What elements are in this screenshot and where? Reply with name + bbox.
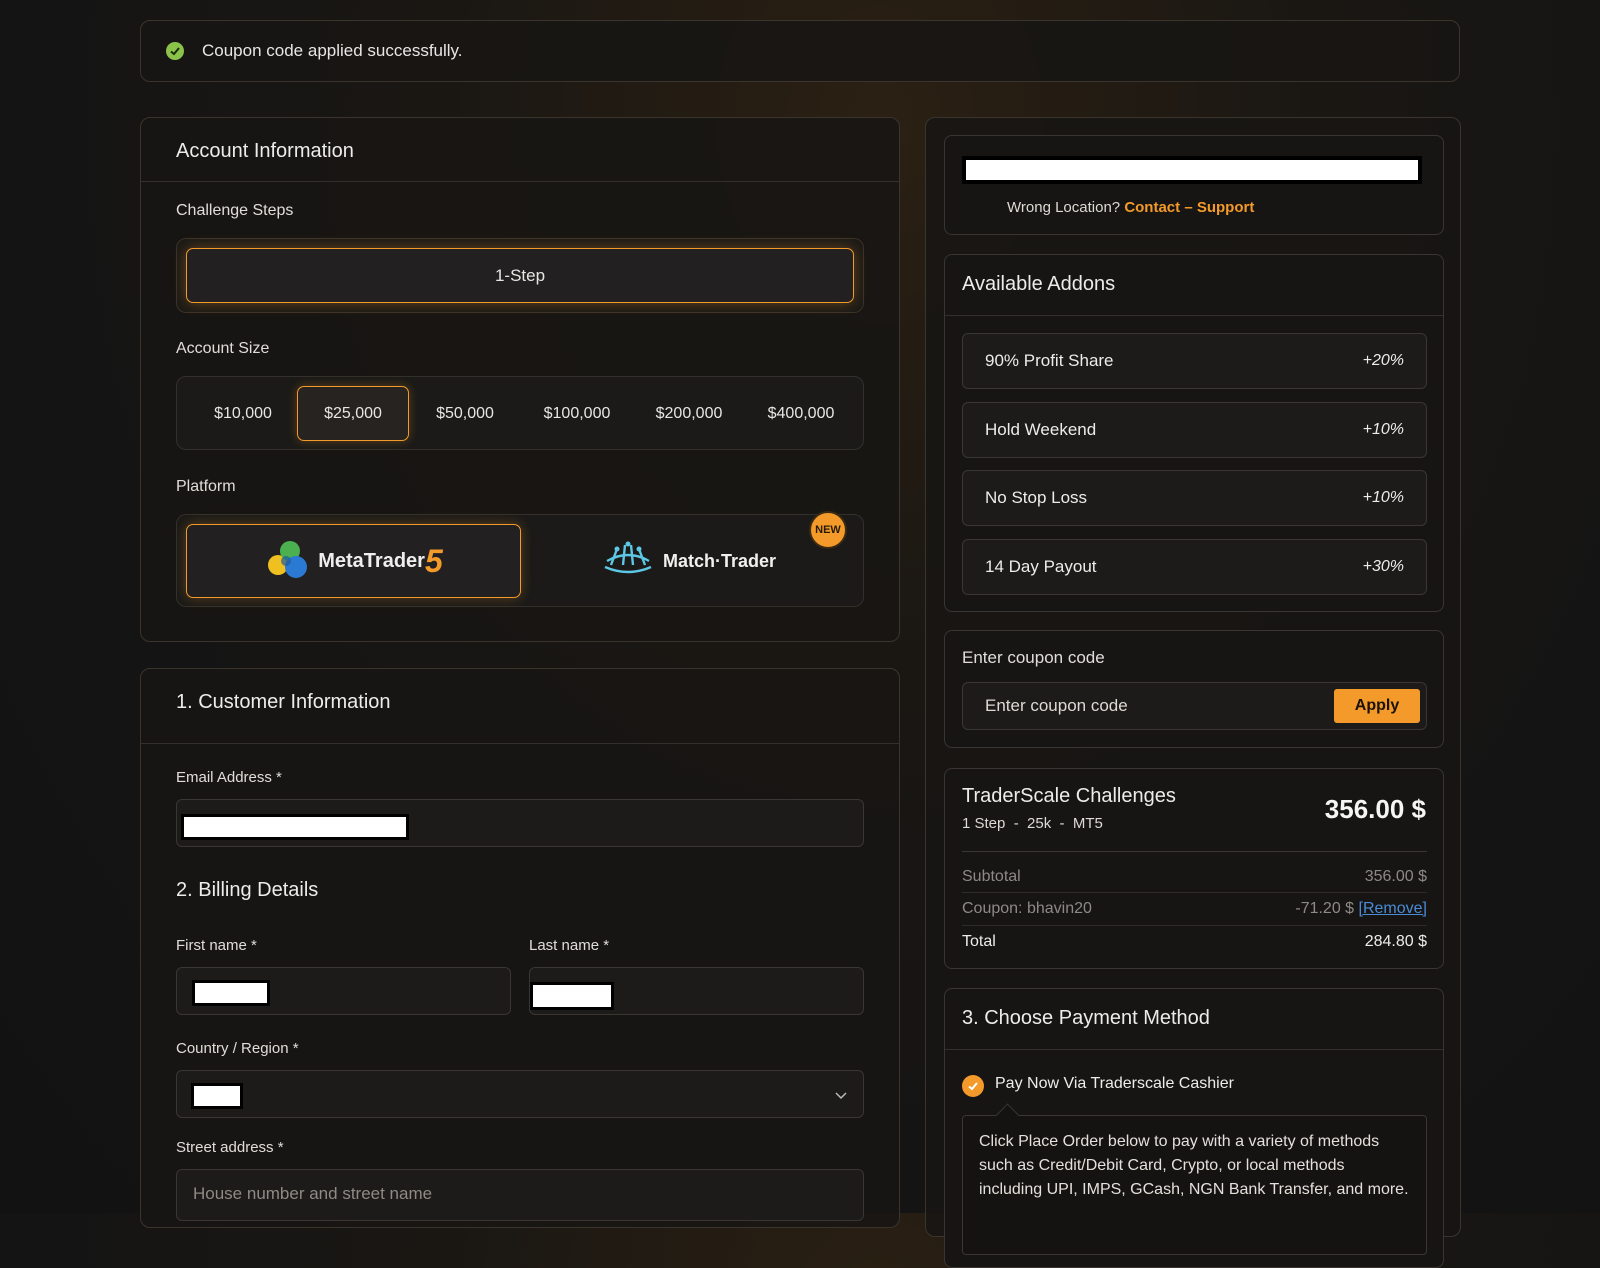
platform-label: Platform <box>176 478 236 495</box>
challenge-steps-label: Challenge Steps <box>176 202 294 219</box>
addon-name: Hold Weekend <box>985 420 1097 439</box>
step-option-1-step[interactable]: 1-Step <box>186 248 854 303</box>
payment-description: Click Place Order below to pay with a va… <box>962 1115 1427 1255</box>
size-option-50000[interactable]: $50,000 <box>409 386 521 441</box>
addon-no-stop-loss[interactable]: No Stop Loss +10% <box>962 470 1427 526</box>
wrong-location-prefix: Wrong Location? <box>1007 199 1121 216</box>
divider <box>962 892 1427 893</box>
size-option-200000[interactable]: $200,000 <box>633 386 745 441</box>
contact-support-link[interactable]: Contact – Support <box>1124 199 1254 216</box>
divider <box>945 1049 1443 1050</box>
size-option-400000[interactable]: $400,000 <box>745 386 857 441</box>
last-name-field[interactable] <box>529 967 864 1015</box>
addon-profit-share[interactable]: 90% Profit Share +20% <box>962 333 1427 389</box>
addon-name: No Stop Loss <box>985 488 1088 507</box>
redacted-country <box>191 1083 243 1109</box>
coupon-applied-label: Coupon: bhavin20 <box>962 900 1092 917</box>
subtotal-label: Subtotal <box>962 868 1021 885</box>
payment-radio-selected[interactable] <box>962 1075 984 1097</box>
coupon-placeholder: Enter coupon code <box>985 696 1128 715</box>
email-field[interactable] <box>176 799 864 847</box>
total-value: 284.80 $ <box>1364 933 1427 950</box>
billing-details-title: 2. Billing Details <box>176 879 319 901</box>
size-option-100000[interactable]: $100,000 <box>521 386 633 441</box>
addon-name: 90% Profit Share <box>985 351 1114 370</box>
email-label: Email Address * <box>176 769 282 786</box>
account-size-label: Account Size <box>176 340 270 357</box>
wrong-location-text: Wrong Location? Contact – Support <box>1007 199 1254 216</box>
customer-information-title: 1. Customer Information <box>176 691 391 713</box>
redacted-last-name <box>530 982 614 1010</box>
product-details: 1 Step - 25k - MT5 <box>962 815 1103 832</box>
new-badge: NEW <box>809 511 847 549</box>
customer-information-panel: 1. Customer Information Email Address * … <box>140 668 900 1228</box>
addon-pct: +10% <box>1362 489 1404 506</box>
first-name-label: First name * <box>176 937 257 954</box>
metatrader-text: MetaTrader <box>318 549 425 572</box>
account-information-title: Account Information <box>176 140 354 162</box>
last-name-label: Last name * <box>529 937 610 954</box>
product-name: TraderScale Challenges <box>962 785 1176 807</box>
coupon-discount-value: -71.20 $ <box>1295 900 1355 917</box>
total-row: Total 284.80 $ <box>962 933 1427 951</box>
apply-button[interactable]: Apply <box>1334 689 1420 723</box>
street-address-field[interactable]: House number and street name <box>176 1169 864 1221</box>
total-label: Total <box>962 933 996 950</box>
order-summary: TraderScale Challenges 1 Step - 25k - MT… <box>944 768 1444 969</box>
coupon-label: Enter coupon code <box>962 648 1105 667</box>
addon-hold-weekend[interactable]: Hold Weekend +10% <box>962 402 1427 458</box>
order-sidebar: Wrong Location? Contact – Support Availa… <box>925 117 1461 1268</box>
country-label: Country / Region * <box>176 1040 299 1057</box>
divider <box>141 181 899 182</box>
addons-title: Available Addons <box>962 273 1116 295</box>
metatrader-logo-icon <box>264 537 310 586</box>
divider <box>962 851 1427 852</box>
metatrader-version: 5 <box>424 542 443 579</box>
challenge-steps-group: 1-Step <box>176 238 864 313</box>
platform-group: MetaTrader 5 Match·Trader NEW <box>176 511 864 607</box>
divider <box>141 743 899 744</box>
street-address-label: Street address * <box>176 1139 284 1156</box>
size-option-10000[interactable]: $10,000 <box>187 386 299 441</box>
addon-14-day-payout[interactable]: 14 Day Payout +30% <box>962 539 1427 595</box>
addon-pct: +10% <box>1362 421 1404 438</box>
chevron-down-icon <box>835 1087 847 1103</box>
redacted-first-name <box>192 980 270 1006</box>
addon-pct: +30% <box>1362 558 1404 575</box>
notice-text: Coupon code applied successfully. <box>202 41 463 60</box>
product-price: 356.00 $ <box>1324 794 1426 824</box>
divider <box>962 925 1427 926</box>
location-box: Wrong Location? Contact – Support <box>944 135 1444 235</box>
addons-box: Available Addons 90% Profit Share +20% H… <box>944 254 1444 612</box>
platform-matchtrader[interactable]: Match·Trader <box>521 524 856 598</box>
account-size-group: $10,000 $25,000 $50,000 $100,000 $200,00… <box>176 376 864 450</box>
divider <box>945 315 1443 316</box>
subtotal-value: 356.00 $ <box>1364 868 1427 885</box>
matchtrader-text: Match·Trader <box>662 550 777 571</box>
coupon-notice: Coupon code applied successfully. <box>140 20 1460 82</box>
remove-coupon-link[interactable]: [Remove] <box>1359 900 1427 917</box>
matchtrader-logo-icon <box>601 541 655 582</box>
redacted-location <box>962 156 1422 184</box>
payment-method-box: 3. Choose Payment Method Pay Now Via Tra… <box>944 988 1444 1268</box>
coupon-row: Coupon: bhavin20 -71.20 $ [Remove] <box>962 900 1427 918</box>
first-name-field[interactable] <box>176 967 511 1015</box>
payment-option-label[interactable]: Pay Now Via Traderscale Cashier <box>995 1075 1234 1093</box>
addon-pct: +20% <box>1362 352 1404 369</box>
coupon-box: Enter coupon code Enter coupon code Appl… <box>944 630 1444 748</box>
redacted-email <box>181 814 409 840</box>
street-placeholder: House number and street name <box>193 1184 433 1203</box>
addon-name: 14 Day Payout <box>985 557 1097 576</box>
coupon-input[interactable]: Enter coupon code Apply <box>962 682 1427 730</box>
check-circle-icon <box>166 42 184 60</box>
size-option-25000[interactable]: $25,000 <box>297 386 409 441</box>
country-select[interactable] <box>176 1070 864 1118</box>
subtotal-row: Subtotal 356.00 $ <box>962 868 1427 886</box>
payment-method-title: 3. Choose Payment Method <box>962 1007 1210 1029</box>
platform-metatrader5[interactable]: MetaTrader 5 <box>186 524 521 598</box>
account-information-panel: Account Information Challenge Steps 1-St… <box>140 117 900 642</box>
